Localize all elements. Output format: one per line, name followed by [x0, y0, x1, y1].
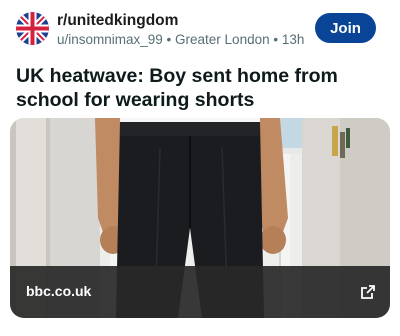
join-button[interactable]: Join [315, 13, 376, 43]
link-preview[interactable]: bbc.co.uk [10, 118, 390, 318]
post-title[interactable]: UK heatwave: Boy sent home from school f… [16, 64, 386, 112]
subreddit-avatar[interactable] [16, 12, 49, 45]
union-jack-icon [16, 12, 49, 45]
external-link-icon[interactable] [360, 284, 376, 300]
post-header: r/unitedkingdom u/insomnimax_99 • Greate… [0, 0, 400, 58]
post-meta: u/insomnimax_99 • Greater London • 13h [57, 32, 305, 47]
link-domain: bbc.co.uk [26, 283, 92, 299]
link-bar[interactable]: bbc.co.uk [10, 266, 390, 318]
subreddit-name[interactable]: r/unitedkingdom [57, 12, 178, 30]
